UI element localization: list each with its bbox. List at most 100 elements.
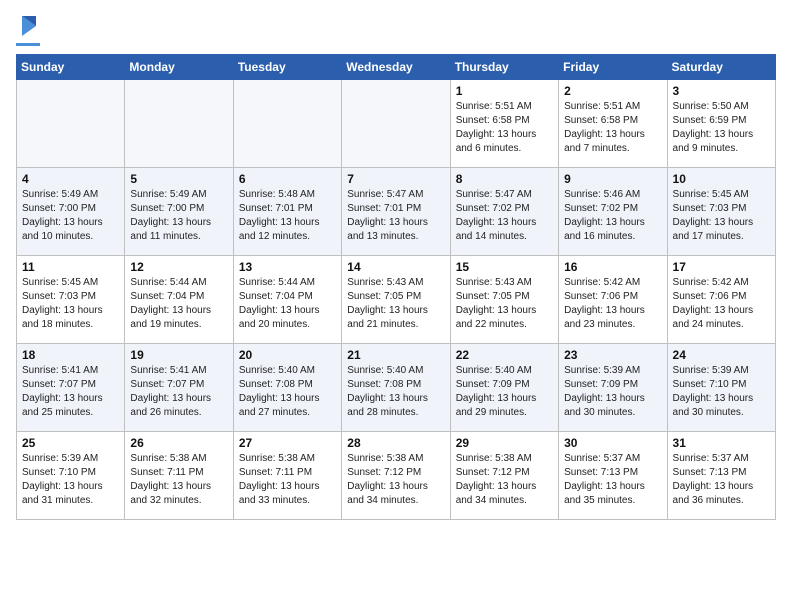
calendar-cell: 9 Sunrise: 5:46 AM Sunset: 7:02 PM Daylig… (559, 168, 667, 256)
calendar-cell: 10Sunrise: 5:45 AM Sunset: 7:03 PM Dayli… (667, 168, 775, 256)
logo (16, 16, 40, 46)
day-number: 24 (673, 348, 770, 362)
calendar-cell: 19 Sunrise: 5:41 AM Sunset: 7:07 PM Dayli… (125, 344, 233, 432)
calendar-cell (233, 80, 341, 168)
day-number: 3 (673, 84, 770, 98)
day-number: 21 (347, 348, 444, 362)
header-wednesday: Wednesday (342, 55, 450, 80)
calendar-cell: 23Sunrise: 5:39 AM Sunset: 7:09 PM Dayli… (559, 344, 667, 432)
day-number: 29 (456, 436, 553, 450)
day-number: 18 (22, 348, 119, 362)
header-monday: Monday (125, 55, 233, 80)
calendar-cell (342, 80, 450, 168)
day-number: 20 (239, 348, 336, 362)
day-info: Sunrise: 5:47 AM Sunset: 7:02 PM Dayligh… (456, 188, 553, 244)
day-info: Sunrise: 5:44 AM Sunset: 7:04 PM Dayligh… (239, 276, 336, 332)
calendar-cell: 12Sunrise: 5:44 AM Sunset: 7:04 PM Dayli… (125, 256, 233, 344)
calendar-header-row: SundayMondayTuesdayWednesdayThursdayFrid… (17, 55, 776, 80)
calendar-cell: 28 Sunrise: 5:38 AM Sunset: 7:12 PM Dayli… (342, 432, 450, 520)
day-info: Sunrise: 5:39 AM Sunset: 7:10 PM Dayligh… (673, 364, 770, 420)
day-number: 26 (130, 436, 227, 450)
day-info: Sunrise: 5:37 AM Sunset: 7:13 PM Dayligh… (564, 452, 661, 508)
day-number: 22 (456, 348, 553, 362)
day-number: 4 (22, 172, 119, 186)
day-info: Sunrise: 5:38 AM Sunset: 7:12 PM Dayligh… (456, 452, 553, 508)
day-info: Sunrise: 5:38 AM Sunset: 7:11 PM Dayligh… (239, 452, 336, 508)
header-friday: Friday (559, 55, 667, 80)
header-saturday: Saturday (667, 55, 775, 80)
calendar-cell (125, 80, 233, 168)
calendar-cell: 24 Sunrise: 5:39 AM Sunset: 7:10 PM Dayli… (667, 344, 775, 432)
logo-icon (18, 12, 40, 42)
day-number: 30 (564, 436, 661, 450)
day-number: 15 (456, 260, 553, 274)
calendar-cell: 6 Sunrise: 5:48 AM Sunset: 7:01 PM Daylig… (233, 168, 341, 256)
day-number: 23 (564, 348, 661, 362)
day-info: Sunrise: 5:47 AM Sunset: 7:01 PM Dayligh… (347, 188, 444, 244)
day-number: 25 (22, 436, 119, 450)
calendar-cell: 7 Sunrise: 5:47 AM Sunset: 7:01 PM Daylig… (342, 168, 450, 256)
day-info: Sunrise: 5:40 AM Sunset: 7:09 PM Dayligh… (456, 364, 553, 420)
day-number: 7 (347, 172, 444, 186)
calendar-cell: 25 Sunrise: 5:39 AM Sunset: 7:10 PM Dayli… (17, 432, 125, 520)
day-info: Sunrise: 5:49 AM Sunset: 7:00 PM Dayligh… (22, 188, 119, 244)
calendar-week-1: 1 Sunrise: 5:51 AM Sunset: 6:58 PM Daylig… (17, 80, 776, 168)
calendar-cell: 1 Sunrise: 5:51 AM Sunset: 6:58 PM Daylig… (450, 80, 558, 168)
calendar-cell: 13Sunrise: 5:44 AM Sunset: 7:04 PM Dayli… (233, 256, 341, 344)
calendar-cell: 3 Sunrise: 5:50 AM Sunset: 6:59 PM Daylig… (667, 80, 775, 168)
calendar-cell: 18 Sunrise: 5:41 AM Sunset: 7:07 PM Dayli… (17, 344, 125, 432)
calendar-cell: 15 Sunrise: 5:43 AM Sunset: 7:05 PM Dayli… (450, 256, 558, 344)
day-info: Sunrise: 5:46 AM Sunset: 7:02 PM Dayligh… (564, 188, 661, 244)
day-info: Sunrise: 5:41 AM Sunset: 7:07 PM Dayligh… (130, 364, 227, 420)
day-number: 5 (130, 172, 227, 186)
day-number: 19 (130, 348, 227, 362)
calendar-week-4: 18 Sunrise: 5:41 AM Sunset: 7:07 PM Dayli… (17, 344, 776, 432)
day-info: Sunrise: 5:39 AM Sunset: 7:10 PM Dayligh… (22, 452, 119, 508)
day-number: 12 (130, 260, 227, 274)
day-number: 2 (564, 84, 661, 98)
day-info: Sunrise: 5:43 AM Sunset: 7:05 PM Dayligh… (347, 276, 444, 332)
day-number: 6 (239, 172, 336, 186)
calendar-cell: 27 Sunrise: 5:38 AM Sunset: 7:11 PM Dayli… (233, 432, 341, 520)
calendar-cell: 17 Sunrise: 5:42 AM Sunset: 7:06 PM Dayli… (667, 256, 775, 344)
calendar-week-3: 11 Sunrise: 5:45 AM Sunset: 7:03 PM Dayli… (17, 256, 776, 344)
day-info: Sunrise: 5:40 AM Sunset: 7:08 PM Dayligh… (239, 364, 336, 420)
day-number: 11 (22, 260, 119, 274)
header-tuesday: Tuesday (233, 55, 341, 80)
day-info: Sunrise: 5:49 AM Sunset: 7:00 PM Dayligh… (130, 188, 227, 244)
day-info: Sunrise: 5:51 AM Sunset: 6:58 PM Dayligh… (564, 100, 661, 156)
day-info: Sunrise: 5:45 AM Sunset: 7:03 PM Dayligh… (22, 276, 119, 332)
calendar-week-2: 4 Sunrise: 5:49 AM Sunset: 7:00 PM Daylig… (17, 168, 776, 256)
calendar-cell: 29 Sunrise: 5:38 AM Sunset: 7:12 PM Dayli… (450, 432, 558, 520)
calendar-cell: 4 Sunrise: 5:49 AM Sunset: 7:00 PM Daylig… (17, 168, 125, 256)
day-info: Sunrise: 5:50 AM Sunset: 6:59 PM Dayligh… (673, 100, 770, 156)
day-number: 9 (564, 172, 661, 186)
calendar-cell: 5 Sunrise: 5:49 AM Sunset: 7:00 PM Daylig… (125, 168, 233, 256)
day-info: Sunrise: 5:37 AM Sunset: 7:13 PM Dayligh… (673, 452, 770, 508)
day-info: Sunrise: 5:48 AM Sunset: 7:01 PM Dayligh… (239, 188, 336, 244)
calendar-cell: 30 Sunrise: 5:37 AM Sunset: 7:13 PM Dayli… (559, 432, 667, 520)
day-number: 10 (673, 172, 770, 186)
day-info: Sunrise: 5:41 AM Sunset: 7:07 PM Dayligh… (22, 364, 119, 420)
day-info: Sunrise: 5:42 AM Sunset: 7:06 PM Dayligh… (673, 276, 770, 332)
calendar-cell (17, 80, 125, 168)
page-header (16, 16, 776, 46)
day-info: Sunrise: 5:38 AM Sunset: 7:12 PM Dayligh… (347, 452, 444, 508)
calendar-cell: 20 Sunrise: 5:40 AM Sunset: 7:08 PM Dayli… (233, 344, 341, 432)
day-number: 8 (456, 172, 553, 186)
day-number: 28 (347, 436, 444, 450)
calendar-cell: 22 Sunrise: 5:40 AM Sunset: 7:09 PM Dayli… (450, 344, 558, 432)
calendar-cell: 16 Sunrise: 5:42 AM Sunset: 7:06 PM Dayli… (559, 256, 667, 344)
day-number: 17 (673, 260, 770, 274)
day-info: Sunrise: 5:42 AM Sunset: 7:06 PM Dayligh… (564, 276, 661, 332)
calendar-cell: 2 Sunrise: 5:51 AM Sunset: 6:58 PM Daylig… (559, 80, 667, 168)
day-number: 1 (456, 84, 553, 98)
day-info: Sunrise: 5:38 AM Sunset: 7:11 PM Dayligh… (130, 452, 227, 508)
day-info: Sunrise: 5:51 AM Sunset: 6:58 PM Dayligh… (456, 100, 553, 156)
day-info: Sunrise: 5:43 AM Sunset: 7:05 PM Dayligh… (456, 276, 553, 332)
day-number: 27 (239, 436, 336, 450)
day-number: 16 (564, 260, 661, 274)
header-sunday: Sunday (17, 55, 125, 80)
calendar-table: SundayMondayTuesdayWednesdayThursdayFrid… (16, 54, 776, 520)
calendar-cell: 31Sunrise: 5:37 AM Sunset: 7:13 PM Dayli… (667, 432, 775, 520)
